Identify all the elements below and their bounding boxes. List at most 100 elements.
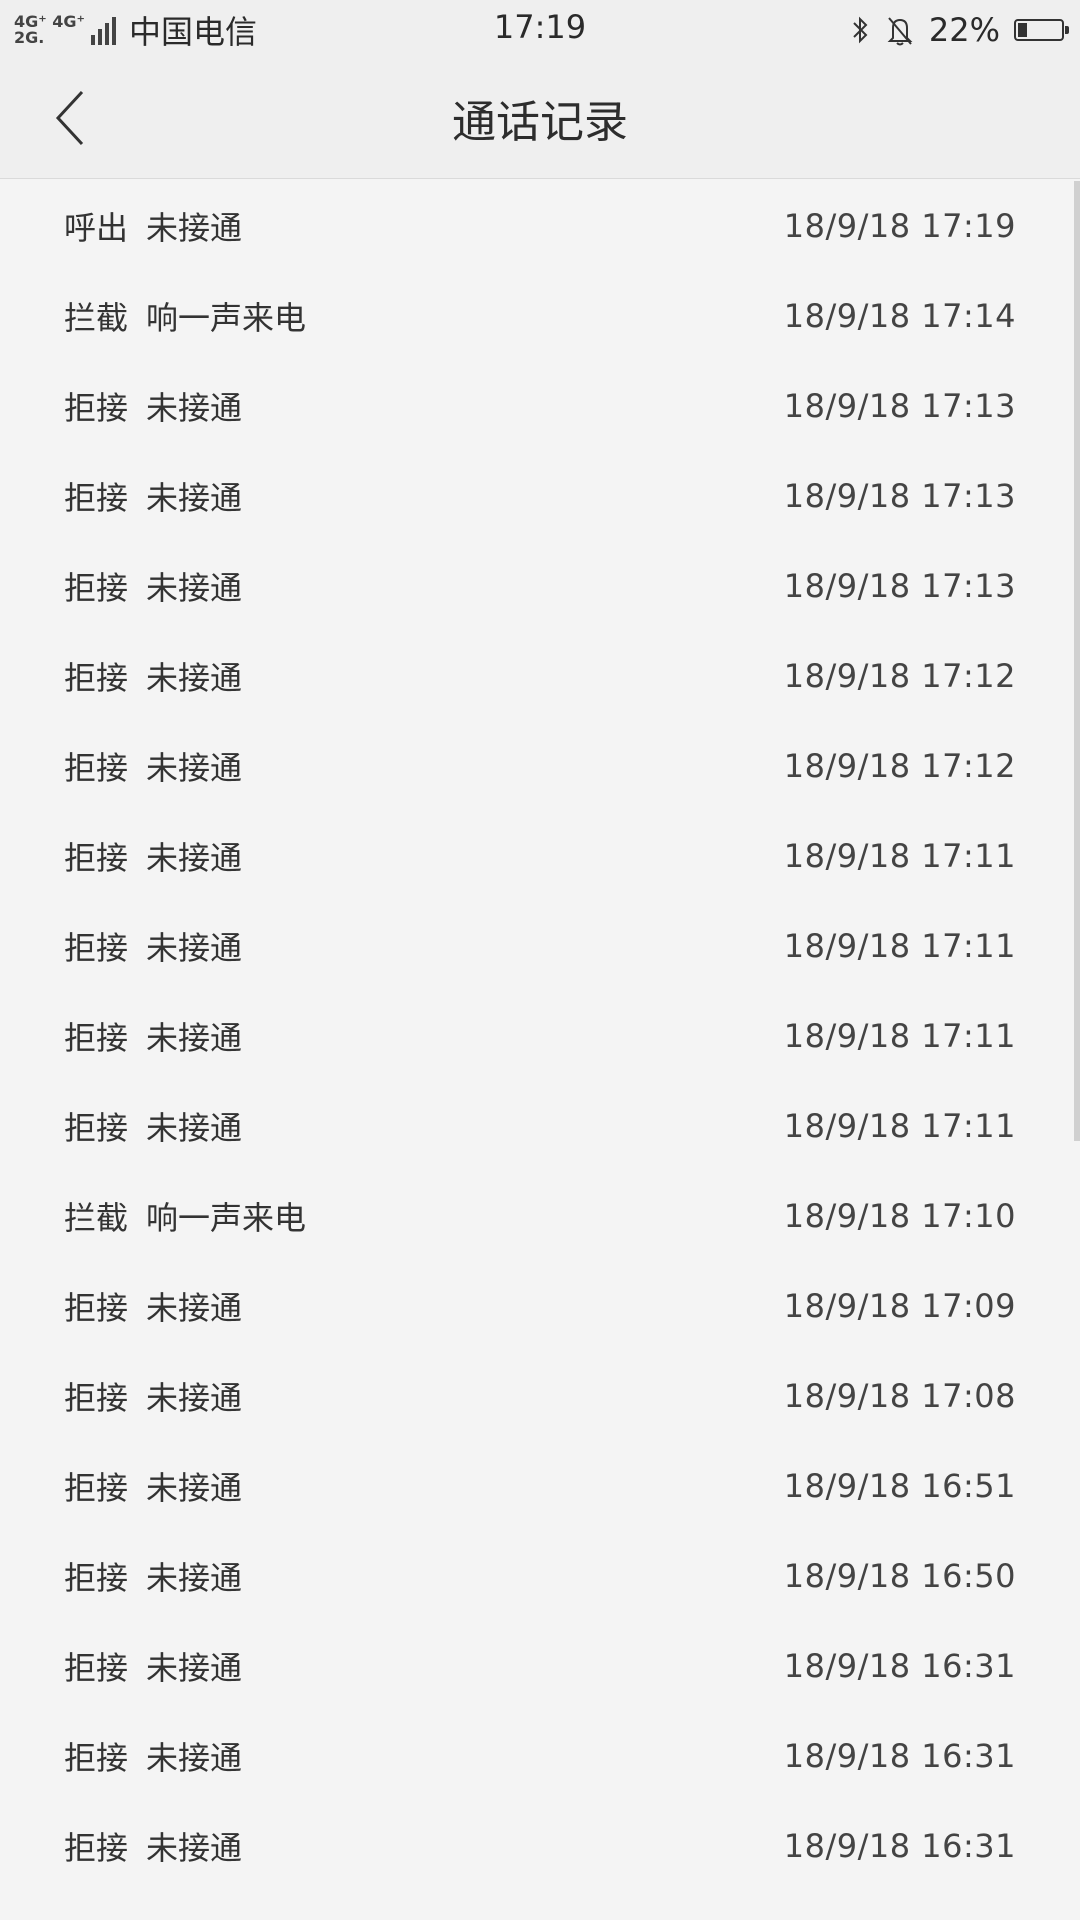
app-header: 通话记录 [0, 58, 1080, 179]
scrollbar[interactable] [1074, 181, 1080, 1141]
call-record-type: 拒接 [64, 929, 129, 967]
call-record-row[interactable]: 拒接 未接通 18/9/18 17:11 [0, 811, 1080, 901]
silent-bell-icon [887, 17, 913, 46]
call-record-time: 18/9/18 16:50 [783, 1557, 1016, 1595]
call-record-description: 拒接 未接通 [64, 1373, 242, 1419]
call-record-row[interactable]: 拒接 未接通 18/9/18 17:12 [0, 631, 1080, 721]
call-record-status: 未接通 [146, 1829, 243, 1867]
status-right: 22% [849, 8, 1069, 52]
call-record-time: 18/9/18 17:11 [783, 1017, 1016, 1055]
call-record-status: 未接通 [146, 1019, 243, 1057]
call-record-status: 未接通 [146, 659, 243, 697]
call-record-description: 拒接 未接通 [64, 1643, 242, 1689]
call-record-status: 未接通 [146, 1559, 243, 1597]
call-record-status: 未接通 [146, 1289, 243, 1327]
call-record-status: 响一声来电 [146, 1199, 307, 1237]
call-record-description: 呼出 未接通 [64, 203, 242, 249]
call-record-time: 18/9/18 17:11 [783, 927, 1016, 965]
call-record-type: 拒接 [64, 749, 129, 787]
call-record-description: 拦截 响一声来电 [64, 1193, 306, 1239]
call-record-type: 拒接 [64, 1559, 129, 1597]
call-record-row[interactable]: 拒接 未接通 18/9/18 16:31 [0, 1801, 1080, 1891]
call-record-status: 未接通 [146, 389, 243, 427]
call-record-list: 呼出 未接通 18/9/18 17:19 拦截 响一声来电 18/9/18 17:14 拒接… [0, 179, 1080, 1920]
call-record-row[interactable]: 拒接 未接通 18/9/18 17:11 [0, 1081, 1080, 1171]
call-record-row[interactable]: 拒接 未接通 18/9/18 17:13 [0, 361, 1080, 451]
call-record-status: 未接通 [146, 749, 243, 787]
call-record-time: 18/9/18 17:13 [783, 477, 1016, 515]
call-record-description: 拒接 未接通 [64, 1283, 242, 1329]
call-record-row[interactable]: 拒接 未接通 18/9/18 17:09 [0, 1261, 1080, 1351]
call-record-type: 拒接 [64, 1469, 129, 1507]
page-title: 通话记录 [452, 97, 628, 148]
call-record-time: 18/9/18 17:12 [783, 747, 1016, 785]
call-record-status: 未接通 [146, 1469, 243, 1507]
call-record-status: 未接通 [146, 1109, 243, 1147]
call-record-row[interactable]: 拒接 未接通 18/9/18 16:50 [0, 1531, 1080, 1621]
call-record-row[interactable]: 拒接 未接通 18/9/18 17:11 [0, 991, 1080, 1081]
call-record-description: 拒接 未接通 [64, 563, 242, 609]
call-record-description: 拒接 未接通 [64, 1733, 242, 1779]
call-record-time: 18/9/18 17:11 [783, 837, 1016, 875]
call-record-time: 18/9/18 16:31 [783, 1737, 1016, 1775]
call-record-type: 拒接 [64, 839, 129, 877]
call-record-status: 未接通 [146, 1379, 243, 1417]
call-record-time: 18/9/18 16:51 [783, 1467, 1016, 1505]
call-record-row[interactable]: 拦截 响一声来电 18/9/18 17:14 [0, 271, 1080, 361]
battery-nub [1065, 26, 1069, 34]
call-record-type: 拒接 [64, 1379, 129, 1417]
call-record-type: 呼出 [64, 209, 129, 247]
call-record-row[interactable]: 拒接 未接通 18/9/18 17:13 [0, 541, 1080, 631]
call-record-row[interactable]: 拒接 未接通 18/9/18 17:12 [0, 721, 1080, 811]
call-record-time: 18/9/18 17:14 [783, 297, 1016, 335]
call-record-description: 拒接 未接通 [64, 653, 242, 699]
battery-fill [1018, 23, 1027, 37]
call-record-time: 18/9/18 16:31 [783, 1647, 1016, 1685]
call-record-description: 拒接 未接通 [64, 1553, 242, 1599]
bluetooth-icon [853, 16, 868, 44]
call-record-type: 拒接 [64, 1109, 129, 1147]
call-record-time: 18/9/18 17:13 [783, 387, 1016, 425]
call-record-description: 拒接 未接通 [64, 923, 242, 969]
call-record-row[interactable]: 拦截 响一声来电 18/9/18 17:10 [0, 1171, 1080, 1261]
call-record-description: 拒接 未接通 [64, 473, 242, 519]
call-record-row[interactable]: 拒接 未接通 18/9/18 17:13 [0, 451, 1080, 541]
call-record-type: 拒接 [64, 1289, 129, 1327]
call-record-type: 拒接 [64, 1649, 129, 1687]
call-record-time: 18/9/18 17:10 [783, 1197, 1016, 1235]
call-record-time: 18/9/18 17:12 [783, 657, 1016, 695]
call-record-row[interactable]: 拒接 未接通 18/9/18 16:31 [0, 1711, 1080, 1801]
call-record-type: 拦截 [64, 1199, 129, 1237]
call-record-type: 拒接 [64, 389, 129, 427]
battery-icon [1014, 19, 1069, 41]
call-record-description: 拒接 未接通 [64, 383, 242, 429]
call-record-row[interactable]: 拒接 未接通 18/9/18 16:31 [0, 1621, 1080, 1711]
call-record-description: 拒接 未接通 [64, 833, 242, 879]
call-record-status: 未接通 [146, 569, 243, 607]
call-record-time: 18/9/18 17:09 [783, 1287, 1016, 1325]
call-record-status: 未接通 [146, 839, 243, 877]
call-record-description: 拒接 未接通 [64, 1463, 242, 1509]
call-record-time: 18/9/18 16:31 [783, 1827, 1016, 1865]
call-record-status: 未接通 [146, 1739, 243, 1777]
call-record-type: 拒接 [64, 1829, 129, 1867]
call-record-description: 拒接 未接通 [64, 1103, 242, 1149]
call-record-status: 响一声来电 [146, 299, 307, 337]
call-record-status: 未接通 [146, 1649, 243, 1687]
call-record-status: 未接通 [146, 209, 243, 247]
call-record-row[interactable]: 拒接 未接通 18/9/18 16:51 [0, 1441, 1080, 1531]
call-record-row[interactable]: 呼出 未接通 18/9/18 17:19 [0, 181, 1080, 271]
call-record-time: 18/9/18 17:08 [783, 1377, 1016, 1415]
call-record-type: 拒接 [64, 569, 129, 607]
call-record-time: 18/9/18 17:13 [783, 567, 1016, 605]
call-record-status: 未接通 [146, 479, 243, 517]
call-record-type: 拦截 [64, 299, 129, 337]
call-record-row[interactable]: 拒接 未接通 18/9/18 17:11 [0, 901, 1080, 991]
call-record-type: 拒接 [64, 479, 129, 517]
call-record-type: 拒接 [64, 659, 129, 697]
call-record-row[interactable]: 拒接 未接通 18/9/18 17:08 [0, 1351, 1080, 1441]
call-record-description: 拒接 未接通 [64, 1013, 242, 1059]
call-record-description: 拒接 未接通 [64, 1823, 242, 1869]
call-record-time: 18/9/18 17:11 [783, 1107, 1016, 1145]
call-record-time: 18/9/18 17:19 [783, 207, 1016, 245]
